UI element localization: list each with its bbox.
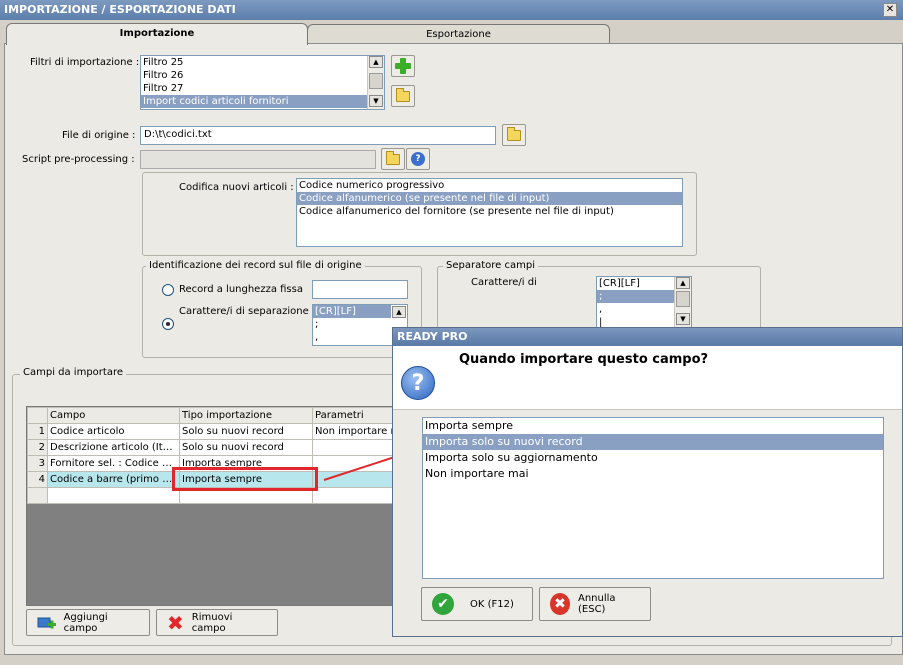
help-icon: ? <box>411 152 425 166</box>
field-separator-list[interactable]: [CR][LF] ; , | ▲ ▼ <box>596 276 692 328</box>
window-title-bar: IMPORTAZIONE / ESPORTAZIONE DATI <box>0 0 903 20</box>
list-item-selected[interactable]: Importa solo su nuovi record <box>423 434 883 450</box>
fields-title: Campi da importare <box>20 367 126 378</box>
ok-button[interactable]: ✔ OK (F12) <box>421 587 533 621</box>
add-field-icon <box>37 617 56 628</box>
scroll-up-icon[interactable]: ▲ <box>676 277 690 289</box>
scroll-up-icon[interactable]: ▲ <box>369 56 383 68</box>
ok-label: OK (F12) <box>470 598 514 610</box>
script-help-button[interactable]: ? <box>406 148 430 170</box>
cell-campo[interactable]: Fornitore sel. : Codice a... <box>47 455 180 472</box>
plus-icon <box>395 58 411 74</box>
identification-title: Identificazione dei record sul file di o… <box>146 260 365 271</box>
row-number: 2 <box>27 439 48 456</box>
list-item[interactable]: Codice numerico progressivo <box>297 179 682 192</box>
browse-script-button[interactable] <box>381 148 405 170</box>
grid-corner <box>27 407 48 424</box>
radio-fixed-length[interactable] <box>162 284 174 296</box>
scroll-down-icon[interactable]: ▼ <box>369 95 383 107</box>
browse-file-button[interactable] <box>502 124 526 146</box>
field-separator-title: Separatore campi <box>443 260 538 271</box>
tab-label: Importazione <box>119 28 195 39</box>
cancel-icon: ✖ <box>550 593 570 615</box>
cell-campo[interactable]: Codice articolo <box>47 423 180 440</box>
remove-field-button[interactable]: ✖ Rimuovi campo <box>156 609 278 636</box>
cell-tipo[interactable]: Solo su nuovi record <box>179 423 313 440</box>
scroll-thumb[interactable] <box>676 291 690 307</box>
codifica-label: Codifica nuovi articoli : <box>179 182 294 193</box>
list-item[interactable]: Filtro 26 <box>141 69 384 82</box>
row-number: 1 <box>27 423 48 440</box>
radio-separator-label: Carattere/i di separazione <box>179 306 309 317</box>
add-field-label: Aggiungi campo <box>63 611 108 634</box>
script-input[interactable] <box>140 150 376 169</box>
add-filter-button[interactable] <box>391 55 415 77</box>
scroll-thumb[interactable] <box>369 73 383 89</box>
dialog-question: Quando importare questo campo? <box>459 352 709 367</box>
add-field-button[interactable]: Aggiungi campo <box>26 609 150 636</box>
folder-icon <box>396 87 410 102</box>
tab-importazione[interactable]: Importazione <box>6 23 308 45</box>
import-option-list[interactable]: Importa sempre Importa solo su nuovi rec… <box>422 417 884 579</box>
tab-label: Esportazione <box>426 29 491 40</box>
field-separator-label: Carattere/i di <box>471 277 537 288</box>
close-icon: ✕ <box>885 4 895 15</box>
open-filter-button[interactable] <box>391 85 415 107</box>
list-item-selected[interactable]: ; <box>597 290 675 303</box>
filters-scrollbar[interactable]: ▲ ▼ <box>367 56 384 109</box>
list-item-selected[interactable]: Codice alfanumerico (se presente nel fil… <box>297 192 682 205</box>
highlight-box <box>172 467 318 491</box>
cell-campo[interactable]: Codice a barre (primo c... <box>47 471 180 488</box>
scroll-up-icon[interactable]: ▲ <box>392 306 406 318</box>
fixed-length-input[interactable] <box>312 280 408 299</box>
column-header-campo[interactable]: Campo <box>47 407 180 424</box>
list-item[interactable]: Non importare mai <box>423 466 883 482</box>
list-item-selected[interactable]: [CR][LF] <box>313 305 391 318</box>
list-item[interactable]: Filtro 27 <box>141 82 384 95</box>
check-icon: ✔ <box>432 593 454 615</box>
cell-campo[interactable]: Descrizione articolo (Ital... <box>47 439 180 456</box>
filters-list[interactable]: Filtro 25 Filtro 26 Filtro 27 Import cod… <box>140 55 385 110</box>
ready-pro-dialog: READY PRO ? Quando importare questo camp… <box>392 327 903 637</box>
folder-icon <box>507 126 521 141</box>
cancel-button[interactable]: ✖ Annulla (ESC) <box>539 587 651 621</box>
filters-label: Filtri di importazione : <box>30 57 140 68</box>
file-origin-input[interactable]: D:\t\codici.txt <box>140 126 496 145</box>
list-item-selected[interactable]: Import codici articoli fornitori <box>141 95 369 108</box>
separator-scrollbar[interactable]: ▲ ▼ <box>674 277 691 327</box>
list-item[interactable]: Codice alfanumerico del fornitore (se pr… <box>297 205 682 218</box>
radio-fixed-length-label: Record a lunghezza fissa <box>179 284 303 295</box>
list-item[interactable]: Importa sempre <box>423 418 883 434</box>
remove-icon: ✖ <box>167 610 184 635</box>
dialog-header: ? Quando importare questo campo? <box>393 346 902 410</box>
close-button[interactable]: ✕ <box>883 3 897 17</box>
window-title: IMPORTAZIONE / ESPORTAZIONE DATI <box>4 3 236 16</box>
cancel-label: Annulla (ESC) <box>578 593 616 615</box>
column-header-tipo[interactable]: Tipo importazione <box>179 407 313 424</box>
list-item[interactable]: Filtro 25 <box>141 56 384 69</box>
remove-field-label: Rimuovi campo <box>191 611 233 634</box>
codifica-list[interactable]: Codice numerico progressivo Codice alfan… <box>296 178 683 247</box>
scroll-down-icon[interactable]: ▼ <box>676 313 690 325</box>
row-number: 4 <box>27 471 48 488</box>
script-label: Script pre-processing : <box>22 154 135 165</box>
question-icon: ? <box>401 366 435 400</box>
dialog-title: READY PRO <box>393 328 902 346</box>
file-origin-label: File di origine : <box>62 130 136 141</box>
table-row[interactable]: 1 Codice articolo Solo su nuovi record N… <box>27 423 408 440</box>
radio-separator[interactable] <box>162 318 174 330</box>
tab-esportazione[interactable]: Esportazione <box>307 24 610 44</box>
row-number <box>27 487 48 504</box>
fields-grid[interactable]: Campo Tipo importazione Parametri 1 Codi… <box>26 406 408 606</box>
cell-tipo[interactable]: Solo su nuovi record <box>179 439 313 456</box>
list-item[interactable]: Importa solo su aggiornamento <box>423 450 883 466</box>
folder-icon <box>386 150 400 165</box>
row-number: 3 <box>27 455 48 472</box>
